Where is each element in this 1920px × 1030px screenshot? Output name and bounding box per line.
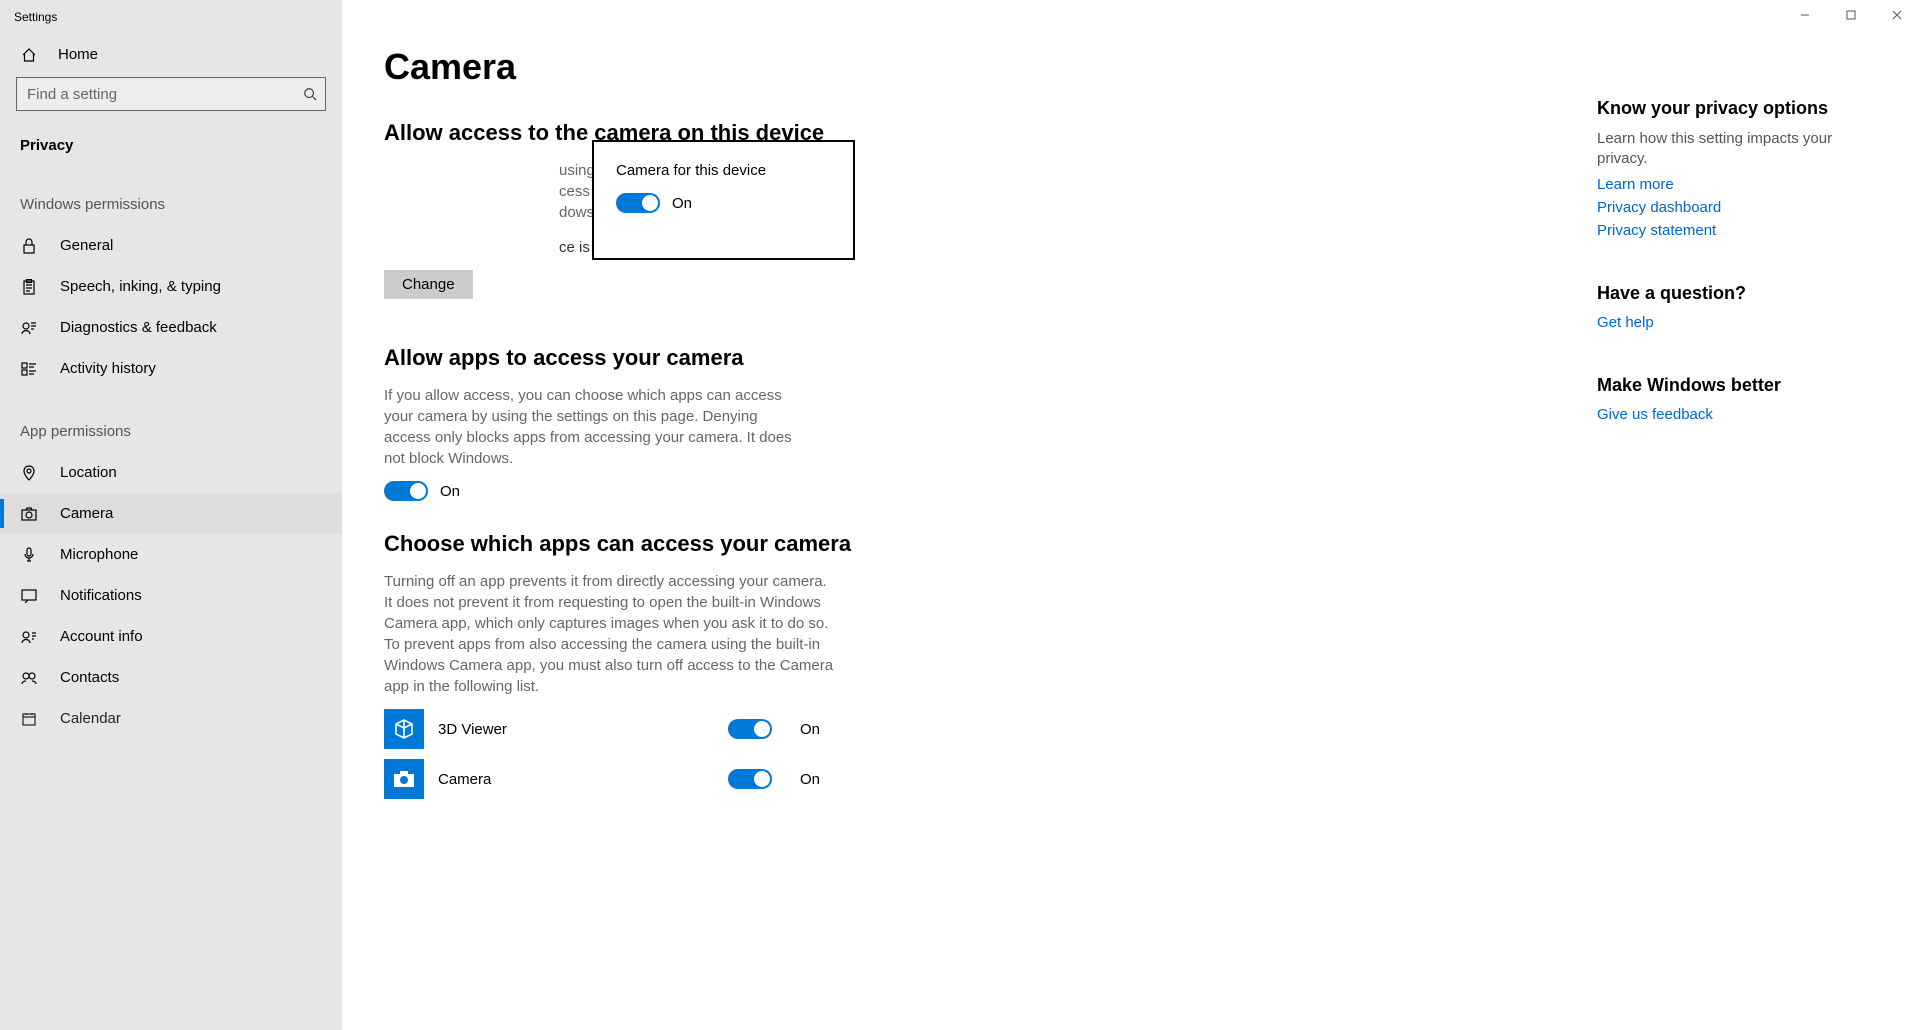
location-icon xyxy=(20,465,38,481)
app-name: Camera xyxy=(438,771,728,788)
link-privacy-dashboard[interactable]: Privacy dashboard xyxy=(1597,199,1857,216)
feedback-icon xyxy=(20,320,38,336)
nav-notifications[interactable]: Notifications xyxy=(0,575,342,616)
right-rail: Know your privacy options Learn how this… xyxy=(1597,98,1857,467)
maximize-button[interactable] xyxy=(1828,0,1874,30)
sidebar: Settings Home Privacy Windows permission… xyxy=(0,0,342,1030)
app-row-3d-viewer: 3D Viewer On xyxy=(384,709,1202,749)
nav-activity-history[interactable]: Activity history xyxy=(0,348,342,389)
notifications-icon xyxy=(20,589,38,603)
window-controls xyxy=(1782,0,1920,30)
nav-label: Camera xyxy=(60,505,113,522)
nav-label: Diagnostics & feedback xyxy=(60,319,217,336)
app-row-camera: Camera On xyxy=(384,759,1202,799)
nav-label: Account info xyxy=(60,628,143,645)
app-toggle-state: On xyxy=(800,721,820,738)
allow-apps-toggle-state: On xyxy=(440,483,460,500)
group-app-permissions: App permissions xyxy=(0,389,342,452)
nav-label: Contacts xyxy=(60,669,119,686)
window-title: Settings xyxy=(0,0,342,32)
nav-home-label: Home xyxy=(58,46,98,63)
change-button[interactable]: Change xyxy=(384,270,473,299)
app-name: 3D Viewer xyxy=(438,721,728,738)
nav-general[interactable]: General xyxy=(0,225,342,266)
contacts-icon xyxy=(20,671,38,685)
app-toggle-state: On xyxy=(800,771,820,788)
link-learn-more[interactable]: Learn more xyxy=(1597,176,1857,193)
camera-device-flyout: Camera for this device On xyxy=(592,140,855,260)
section-choose-apps-heading: Choose which apps can access your camera xyxy=(384,531,1202,557)
search-field[interactable] xyxy=(27,86,303,103)
app-icon-camera xyxy=(384,759,424,799)
nav-speech-inking-typing[interactable]: Speech, inking, & typing xyxy=(0,266,342,307)
nav-label: Speech, inking, & typing xyxy=(60,278,221,295)
account-icon xyxy=(20,630,38,644)
rail-better-heading: Make Windows better xyxy=(1597,375,1857,396)
nav-label: Location xyxy=(60,464,117,481)
main-area: Camera Allow access to the camera on thi… xyxy=(342,0,1920,1030)
flyout-toggle-state: On xyxy=(672,195,692,212)
search-input[interactable] xyxy=(16,77,326,111)
nav-location[interactable]: Location xyxy=(0,452,342,493)
nav-calendar[interactable]: Calendar xyxy=(0,698,342,739)
nav-diagnostics-feedback[interactable]: Diagnostics & feedback xyxy=(0,307,342,348)
nav-contacts[interactable]: Contacts xyxy=(0,657,342,698)
flyout-title: Camera for this device xyxy=(616,162,831,179)
camera-icon xyxy=(20,507,38,521)
link-get-help[interactable]: Get help xyxy=(1597,314,1857,331)
group-windows-permissions: Windows permissions xyxy=(0,162,342,225)
nav-microphone[interactable]: Microphone xyxy=(0,534,342,575)
app-icon-3d-viewer xyxy=(384,709,424,749)
nav-account-info[interactable]: Account info xyxy=(0,616,342,657)
nav-label: General xyxy=(60,237,113,254)
search-icon xyxy=(303,87,317,101)
app-toggle-3d-viewer[interactable] xyxy=(728,719,772,739)
close-button[interactable] xyxy=(1874,0,1920,30)
calendar-icon xyxy=(20,712,38,726)
lock-icon xyxy=(20,238,38,254)
timeline-icon xyxy=(20,361,38,377)
page-title: Camera xyxy=(384,46,1202,88)
nav-label: Notifications xyxy=(60,587,142,604)
link-give-feedback[interactable]: Give us feedback xyxy=(1597,406,1857,423)
rail-question-heading: Have a question? xyxy=(1597,283,1857,304)
nav-label: Microphone xyxy=(60,546,138,563)
section-allow-apps-body: If you allow access, you can choose whic… xyxy=(384,385,804,469)
nav-camera[interactable]: Camera xyxy=(0,493,342,534)
minimize-button[interactable] xyxy=(1782,0,1828,30)
category-label: Privacy xyxy=(0,117,342,162)
rail-privacy-heading: Know your privacy options xyxy=(1597,98,1857,119)
allow-apps-toggle[interactable] xyxy=(384,481,428,501)
link-privacy-statement[interactable]: Privacy statement xyxy=(1597,222,1857,239)
section-choose-apps-body: Turning off an app prevents it from dire… xyxy=(384,571,834,697)
rail-privacy-text: Learn how this setting impacts your priv… xyxy=(1597,129,1857,170)
clipboard-icon xyxy=(20,279,38,295)
app-toggle-camera[interactable] xyxy=(728,769,772,789)
nav-home[interactable]: Home xyxy=(0,32,342,77)
flyout-toggle[interactable] xyxy=(616,193,660,213)
nav-label: Activity history xyxy=(60,360,156,377)
section-allow-apps-heading: Allow apps to access your camera xyxy=(384,345,1202,371)
home-icon xyxy=(20,47,38,63)
nav-label: Calendar xyxy=(60,710,121,727)
microphone-icon xyxy=(20,547,38,563)
